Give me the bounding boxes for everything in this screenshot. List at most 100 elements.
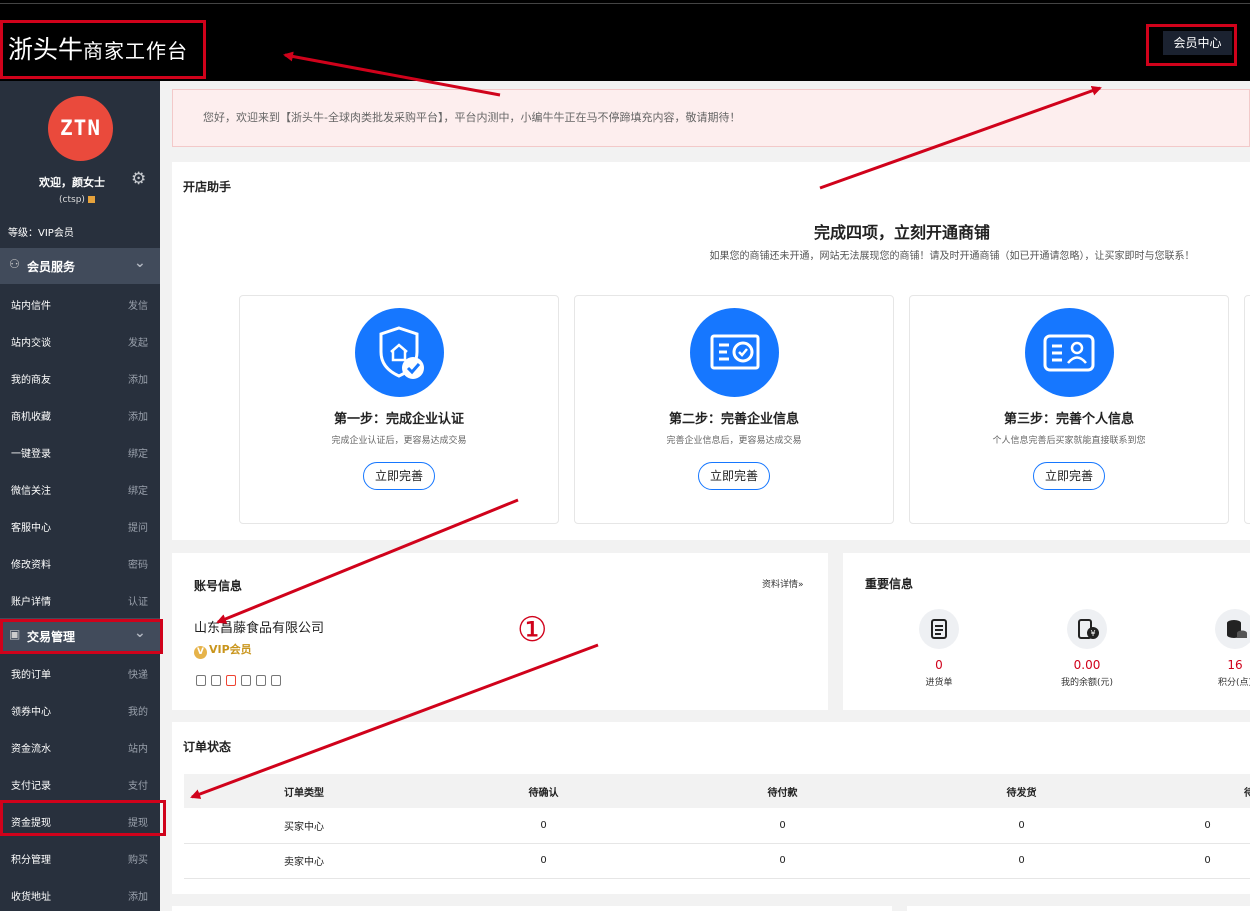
user-icon: ⚇ bbox=[9, 257, 20, 271]
sidebar-item-action[interactable]: 添加 bbox=[128, 371, 148, 386]
trophy-icon[interactable] bbox=[196, 675, 206, 686]
sidebar-item-action[interactable]: 快递 bbox=[128, 666, 148, 681]
sidebar-item-label: 站内交谈 bbox=[11, 338, 51, 349]
welcome-notice: 您好，欢迎来到【浙头牛-全球肉类批发采购平台】，平台内测中，小编牛牛正在马不停蹄… bbox=[172, 89, 1250, 147]
chevron-down-icon: ⌄ bbox=[134, 255, 146, 271]
shield-icon[interactable] bbox=[256, 675, 266, 686]
column-header: 待确认 bbox=[424, 774, 663, 808]
table-cell[interactable]: 0 bbox=[424, 808, 663, 844]
sidebar-item-action[interactable]: 发起 bbox=[128, 334, 148, 349]
stat-label: 积分(点) bbox=[1217, 678, 1250, 688]
user-badge-icon bbox=[87, 196, 95, 203]
table-cell[interactable]: 0 bbox=[663, 843, 902, 879]
section-member-services[interactable]: ⚇ 会员服务 ⌄ bbox=[0, 248, 160, 284]
stat-value: 16 bbox=[1227, 658, 1243, 672]
sidebar-item-action[interactable]: 我的 bbox=[128, 703, 148, 718]
id-icon[interactable] bbox=[241, 675, 251, 686]
step-card-1: 第一步：完成企业认证 完成企业认证后，更容易达成交易 立即完善 bbox=[239, 295, 559, 524]
avatar[interactable]: ZTN bbox=[48, 96, 113, 161]
sidebar-item-chat[interactable]: 站内交谈 发起 bbox=[0, 322, 160, 359]
phone-icon[interactable] bbox=[226, 675, 236, 686]
column-header: 待发货 bbox=[902, 774, 1141, 808]
sidebar-item-points[interactable]: 积分管理 购买 bbox=[0, 839, 160, 876]
sidebar-item-action[interactable]: 添加 bbox=[128, 888, 148, 903]
stat-label: 进货单 bbox=[925, 678, 953, 688]
sidebar-item-support[interactable]: 客服中心 提问 bbox=[0, 507, 160, 544]
sidebar-item-action[interactable]: 认证 bbox=[128, 593, 148, 608]
card-title: 订单状态 bbox=[183, 740, 232, 754]
step-title: 第三步：完善个人信息 bbox=[1003, 412, 1134, 427]
table-row[interactable]: 买家中心 0 0 0 0 bbox=[184, 808, 1250, 844]
stat-purchase-list[interactable]: 0 进货单 bbox=[899, 609, 979, 688]
sidebar-item-one-click-login[interactable]: 一键登录 绑定 bbox=[0, 433, 160, 470]
stat-points[interactable]: 16 积分(点) bbox=[1195, 609, 1250, 688]
sidebar-item-label: 修改资料 bbox=[11, 560, 51, 571]
member-level: 等级：VIP会员 bbox=[8, 228, 74, 239]
sidebar-item-action[interactable]: 添加 bbox=[128, 408, 148, 423]
top-bar: 浙头牛商家工作台 会员中心 bbox=[0, 0, 1250, 81]
sidebar-item-label: 领券中心 bbox=[11, 707, 51, 718]
important-info-card: 重要信息 0 进货单 ¥ 0.00 我的余额(元) 16 积分(点) bbox=[843, 553, 1250, 710]
table-row[interactable]: 卖家中心 0 0 0 0 bbox=[184, 843, 1250, 879]
sidebar-item-label: 客服中心 bbox=[11, 523, 51, 534]
sidebar-item-action[interactable]: 购买 bbox=[128, 851, 148, 866]
sidebar-item-edit-profile[interactable]: 修改资料 密码 bbox=[0, 544, 160, 581]
sidebar-item-action[interactable]: 密码 bbox=[128, 556, 148, 571]
sidebar-item-action[interactable]: 绑定 bbox=[128, 445, 148, 460]
stat-value: 0 bbox=[935, 658, 943, 672]
table-header-row: 订单类型 待确认 待付款 待发货 待收货 bbox=[184, 774, 1250, 808]
seal-icon[interactable] bbox=[211, 675, 221, 686]
card-icon[interactable] bbox=[271, 675, 281, 686]
order-status-table: 订单类型 待确认 待付款 待发货 待收货 买家中心 0 0 0 0 卖家中心 0… bbox=[184, 774, 1250, 879]
sidebar-item-label: 站内信件 bbox=[11, 301, 51, 312]
sidebar-item-friends[interactable]: 我的商友 添加 bbox=[0, 359, 160, 396]
sidebar-item-favorites[interactable]: 商机收藏 添加 bbox=[0, 396, 160, 433]
column-header: 订单类型 bbox=[184, 774, 424, 808]
shop-helper-headline: 完成四项，立刻开通商铺 bbox=[813, 223, 990, 242]
step-desc: 完成企业认证后，更容易达成交易 bbox=[331, 436, 467, 446]
table-cell[interactable]: 0 bbox=[902, 808, 1141, 844]
table-cell[interactable]: 0 bbox=[1141, 843, 1250, 879]
sidebar-item-label: 我的订单 bbox=[11, 670, 51, 681]
sidebar-item-action[interactable]: 发信 bbox=[128, 297, 148, 312]
member-center-button[interactable]: 会员中心 bbox=[1163, 31, 1232, 55]
table-cell[interactable]: 卖家中心 bbox=[184, 843, 424, 879]
vip-icon: V bbox=[194, 646, 207, 659]
company-name: 山东昌藤食品有限公司 bbox=[194, 621, 325, 636]
table-cell[interactable]: 0 bbox=[424, 843, 663, 879]
complete-now-button[interactable]: 立即完善 bbox=[698, 462, 770, 490]
sidebar-item-coupons[interactable]: 领券中心 我的 bbox=[0, 691, 160, 728]
step-card-2: 第二步：完善企业信息 完善企业信息后，更容易达成交易 立即完善 bbox=[574, 295, 894, 524]
sidebar-item-address[interactable]: 收货地址 添加 bbox=[0, 876, 160, 911]
sidebar-item-wechat[interactable]: 微信关注 绑定 bbox=[0, 470, 160, 507]
account-details-link[interactable]: 资料详情» bbox=[762, 577, 804, 590]
sidebar-item-account-details[interactable]: 账户详情 认证 bbox=[0, 581, 160, 618]
table-cell[interactable]: 0 bbox=[663, 808, 902, 844]
sidebar-item-action[interactable]: 支付 bbox=[128, 777, 148, 792]
shield-check-icon bbox=[355, 308, 444, 397]
sidebar-item-action[interactable]: 站内 bbox=[128, 740, 148, 755]
sidebar-item-action[interactable]: 提问 bbox=[128, 519, 148, 534]
coins-icon bbox=[1215, 609, 1250, 649]
table-cell[interactable]: 0 bbox=[1141, 808, 1250, 844]
stat-balance[interactable]: ¥ 0.00 我的余额(元) bbox=[1047, 609, 1127, 688]
gear-icon[interactable]: ⚙ bbox=[131, 169, 146, 189]
user-id-text: (ctsp) bbox=[59, 195, 85, 205]
table-cell[interactable]: 0 bbox=[902, 843, 1141, 879]
complete-now-button[interactable]: 立即完善 bbox=[1033, 462, 1105, 490]
stat-label: 我的余额(元) bbox=[1060, 678, 1114, 688]
sidebar-item-my-orders[interactable]: 我的订单 快递 bbox=[0, 654, 160, 691]
sidebar-item-label: 资金流水 bbox=[11, 744, 51, 755]
card-title: 开店助手 bbox=[183, 180, 232, 194]
sidebar-item-messages[interactable]: 站内信件 发信 bbox=[0, 285, 160, 322]
sidebar-item-action[interactable]: 绑定 bbox=[128, 482, 148, 497]
complete-now-button[interactable]: 立即完善 bbox=[363, 462, 435, 490]
chevron-down-icon: ⌄ bbox=[134, 625, 146, 641]
sidebar-item-payment-records[interactable]: 支付记录 支付 bbox=[0, 765, 160, 802]
sidebar-item-label: 积分管理 bbox=[11, 855, 51, 866]
section-trade-management[interactable]: ▣ 交易管理 ⌄ bbox=[0, 618, 160, 654]
sidebar-item-fund-flow[interactable]: 资金流水 站内 bbox=[0, 728, 160, 765]
table-cell[interactable]: 买家中心 bbox=[184, 808, 424, 844]
sidebar-item-action[interactable]: 提现 bbox=[128, 814, 148, 829]
sidebar-item-withdraw[interactable]: 资金提现 提现 bbox=[0, 802, 160, 839]
